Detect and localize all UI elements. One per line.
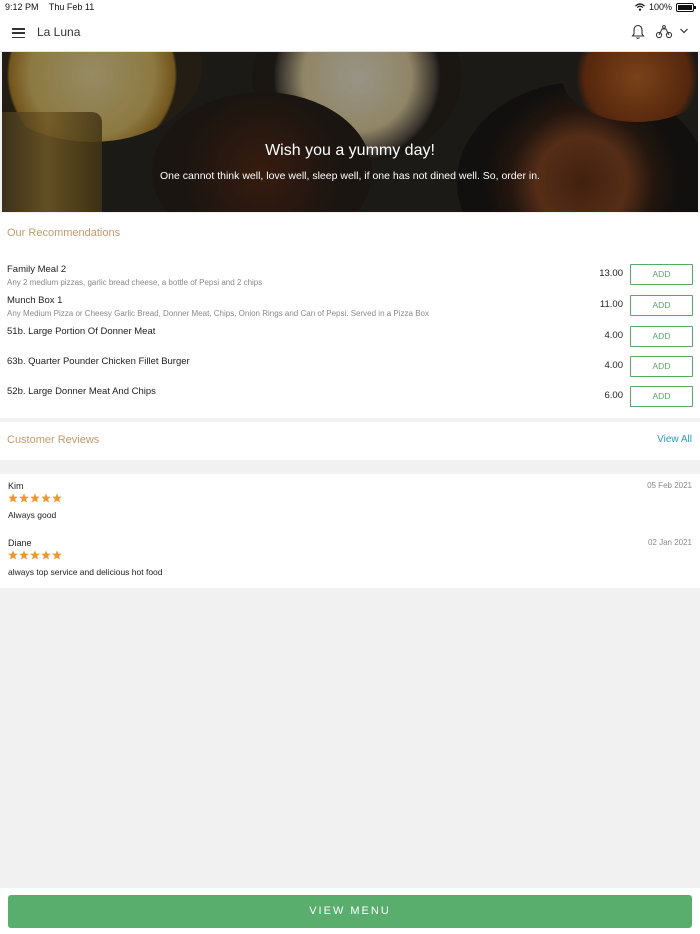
- star-icon: [19, 550, 29, 560]
- item-price: 6.00: [604, 390, 624, 401]
- star-icon: [8, 550, 18, 560]
- bell-icon[interactable]: [631, 24, 645, 40]
- star-icon: [30, 493, 40, 503]
- item-description: Any 2 medium pizzas, garlic bread cheese…: [7, 278, 263, 287]
- battery-icon: [676, 2, 696, 12]
- recommendations-section: Our Recommendations Family Meal 2 Any 2 …: [0, 213, 700, 418]
- menu-item: 52b. Large Donner Meat And Chips 6.00 AD…: [0, 386, 700, 416]
- item-name: Family Meal 2: [7, 264, 67, 275]
- star-icon: [8, 493, 18, 503]
- reviews-heading: Customer Reviews: [7, 434, 100, 446]
- review-item: Kim 05 Feb 2021 Always good: [0, 474, 700, 524]
- item-name: Munch Box 1: [7, 295, 63, 306]
- menu-item: 63b. Quarter Pounder Chicken Fillet Burg…: [0, 356, 700, 386]
- status-bar: 9:12 PM Thu Feb 11 100%: [0, 0, 700, 14]
- item-price: 4.00: [604, 360, 624, 371]
- star-rating: [8, 550, 62, 560]
- recommendations-heading: Our Recommendations: [7, 227, 121, 239]
- review-author: Diane: [8, 538, 32, 548]
- view-menu-button[interactable]: VIEW MENU: [8, 895, 692, 928]
- item-name: 63b. Quarter Pounder Chicken Fillet Burg…: [7, 356, 190, 367]
- menu-item: Family Meal 2 Any 2 medium pizzas, garli…: [0, 264, 700, 294]
- restaurant-title: La Luna: [37, 25, 81, 39]
- wifi-icon: [635, 3, 645, 11]
- add-button[interactable]: ADD: [630, 295, 693, 316]
- item-price: 13.00: [599, 268, 623, 279]
- star-icon: [41, 493, 51, 503]
- hero-banner: Wish you a yummy day! One cannot think w…: [2, 52, 698, 212]
- star-icon: [41, 550, 51, 560]
- star-icon: [52, 550, 62, 560]
- review-item: Diane 02 Jan 2021 always top service and…: [0, 531, 700, 581]
- star-icon: [52, 493, 62, 503]
- item-price: 4.00: [604, 330, 624, 341]
- item-name: 52b. Large Donner Meat And Chips: [7, 386, 156, 397]
- hero-subtitle: One cannot think well, love well, sleep …: [160, 170, 540, 182]
- add-button[interactable]: ADD: [630, 326, 693, 347]
- delivery-scooter-icon[interactable]: [655, 25, 673, 39]
- status-time: 9:12 PM: [5, 2, 39, 12]
- add-button[interactable]: ADD: [630, 264, 693, 285]
- item-name: 51b. Large Portion Of Donner Meat: [7, 326, 156, 337]
- star-rating: [8, 493, 62, 503]
- reviews-list: Kim 05 Feb 2021 Always good Diane 02 Jan…: [0, 474, 700, 588]
- chevron-down-icon[interactable]: [679, 27, 689, 35]
- star-icon: [30, 550, 40, 560]
- review-text: Always good: [8, 510, 57, 520]
- bottom-bar: VIEW MENU: [0, 888, 700, 934]
- add-button[interactable]: ADD: [630, 386, 693, 407]
- star-icon: [19, 493, 29, 503]
- menu-icon[interactable]: [12, 28, 25, 39]
- view-all-link[interactable]: View All: [657, 434, 692, 445]
- review-text: always top service and delicious hot foo…: [8, 567, 163, 577]
- battery-percent: 100%: [648, 2, 672, 12]
- status-date: Thu Feb 11: [48, 2, 95, 12]
- item-price: 11.00: [599, 299, 623, 310]
- add-button[interactable]: ADD: [630, 356, 693, 377]
- item-description: Any Medium Pizza or Cheesy Garlic Bread,…: [7, 309, 429, 318]
- top-bar: La Luna: [0, 14, 700, 52]
- review-author: Kim: [8, 481, 24, 491]
- review-date: 05 Feb 2021: [647, 481, 692, 490]
- menu-item: Munch Box 1 Any Medium Pizza or Cheesy G…: [0, 295, 700, 325]
- menu-item: 51b. Large Portion Of Donner Meat 4.00 A…: [0, 326, 700, 356]
- review-date: 02 Jan 2021: [647, 538, 692, 547]
- reviews-header: Customer Reviews View All: [0, 422, 700, 460]
- hero-title: Wish you a yummy day!: [265, 142, 435, 159]
